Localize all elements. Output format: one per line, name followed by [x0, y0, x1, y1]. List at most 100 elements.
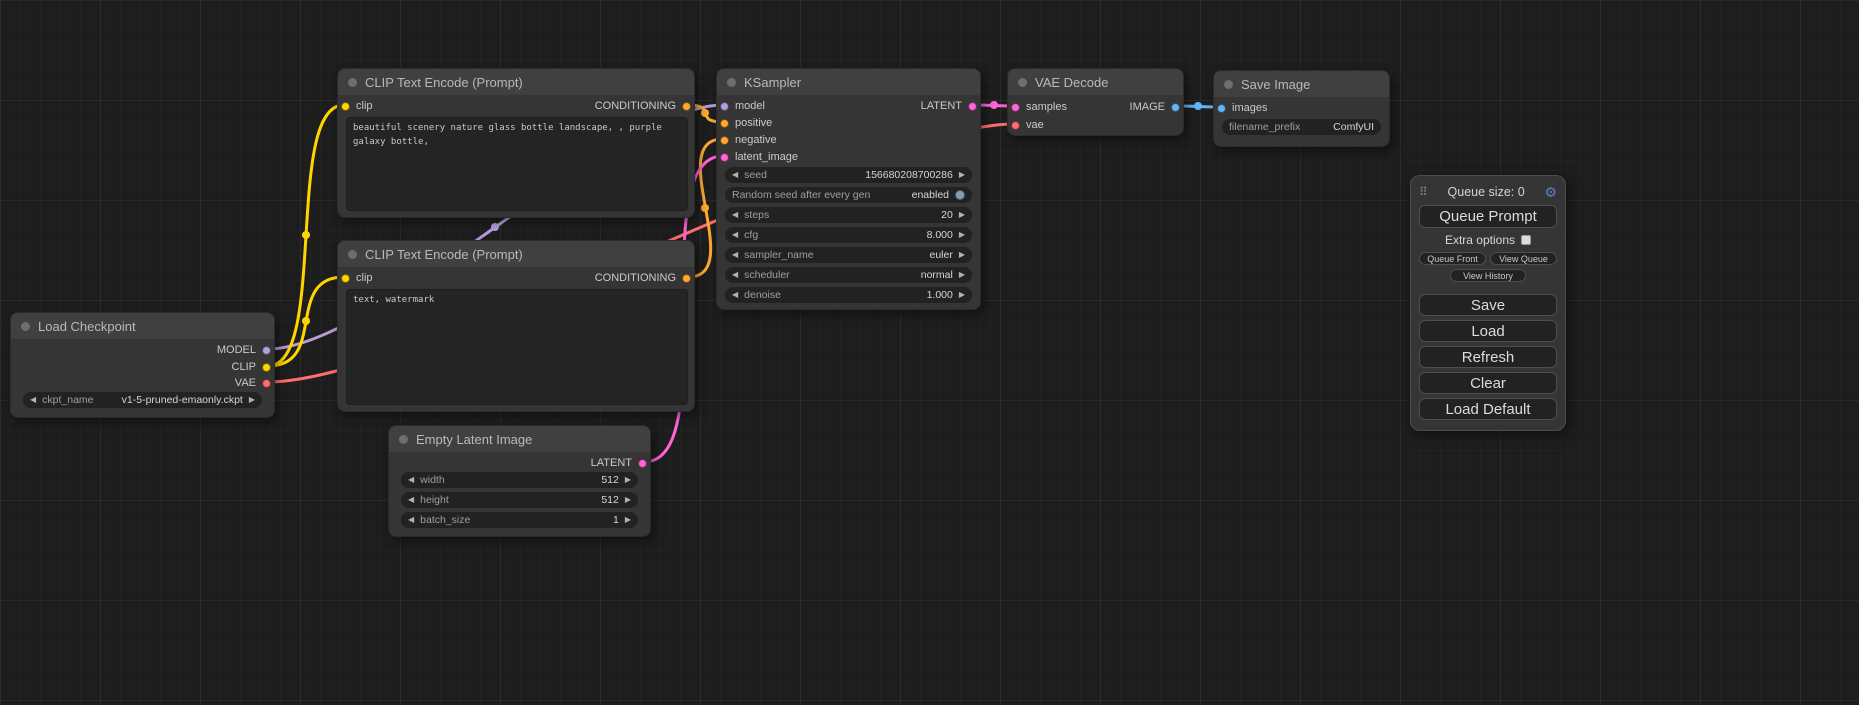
- output-slot-latent[interactable]: LATENT: [591, 456, 647, 470]
- decrement-arrow-icon[interactable]: ◀: [408, 496, 414, 504]
- decrement-arrow-icon[interactable]: ◀: [732, 211, 738, 219]
- widget-batch-size[interactable]: ◀ batch_size 1 ▶: [401, 512, 638, 528]
- queue-front-button[interactable]: Queue Front: [1419, 252, 1486, 265]
- increment-arrow-icon[interactable]: ▶: [625, 476, 631, 484]
- widget-cfg[interactable]: ◀ cfg 8.000 ▶: [725, 227, 972, 243]
- output-slot-clip[interactable]: CLIP: [232, 360, 271, 374]
- positive-prompt-textarea[interactable]: beautiful scenery nature glass bottle la…: [346, 117, 688, 211]
- increment-arrow-icon[interactable]: ▶: [625, 496, 631, 504]
- output-port-conditioning[interactable]: [682, 102, 691, 111]
- collapse-dot-icon[interactable]: [348, 78, 357, 87]
- decrement-arrow-icon[interactable]: ◀: [732, 271, 738, 279]
- output-slot-latent[interactable]: LATENT: [921, 99, 977, 113]
- widget-height[interactable]: ◀ height 512 ▶: [401, 492, 638, 508]
- input-slot-clip[interactable]: clip: [341, 271, 373, 285]
- input-port-model[interactable]: [720, 102, 729, 111]
- increment-arrow-icon[interactable]: ▶: [959, 211, 965, 219]
- node-title-bar[interactable]: CLIP Text Encode (Prompt): [338, 69, 694, 95]
- collapse-dot-icon[interactable]: [21, 322, 30, 331]
- output-slot-conditioning[interactable]: CONDITIONING: [595, 99, 691, 113]
- increment-arrow-icon[interactable]: ▶: [959, 171, 965, 179]
- increment-arrow-icon[interactable]: ▶: [959, 291, 965, 299]
- output-port-vae[interactable]: [262, 379, 271, 388]
- input-port-images[interactable]: [1217, 104, 1226, 113]
- output-port-clip[interactable]: [262, 363, 271, 372]
- decrement-arrow-icon[interactable]: ◀: [732, 231, 738, 239]
- negative-prompt-textarea[interactable]: text, watermark: [346, 289, 688, 405]
- output-slot-vae[interactable]: VAE: [235, 376, 271, 390]
- widget-ckpt-name[interactable]: ◀ ckpt_name v1-5-pruned-emaonly.ckpt ▶: [23, 392, 262, 408]
- view-history-button[interactable]: View History: [1450, 269, 1526, 282]
- input-slot-latent-image[interactable]: latent_image: [720, 150, 798, 164]
- widget-width[interactable]: ◀ width 512 ▶: [401, 472, 638, 488]
- input-slot-positive[interactable]: positive: [720, 116, 772, 130]
- input-port-positive[interactable]: [720, 119, 729, 128]
- decrement-arrow-icon[interactable]: ◀: [732, 291, 738, 299]
- clear-button[interactable]: Clear: [1419, 372, 1557, 394]
- drag-handle-icon[interactable]: ⠿: [1419, 185, 1428, 199]
- node-empty-latent-image[interactable]: Empty Latent Image LATENT ◀ width 512 ▶ …: [388, 425, 651, 537]
- collapse-dot-icon[interactable]: [399, 435, 408, 444]
- input-slot-samples[interactable]: samples: [1011, 100, 1067, 114]
- increment-arrow-icon[interactable]: ▶: [959, 271, 965, 279]
- widget-seed[interactable]: ◀ seed 156680208700286 ▶: [725, 167, 972, 183]
- input-port-samples[interactable]: [1011, 103, 1020, 112]
- output-port-latent[interactable]: [638, 459, 647, 468]
- decrement-arrow-icon[interactable]: ◀: [30, 396, 36, 404]
- decrement-arrow-icon[interactable]: ◀: [408, 516, 414, 524]
- node-title-bar[interactable]: Empty Latent Image: [389, 426, 650, 452]
- input-slot-vae[interactable]: vae: [1011, 118, 1044, 132]
- node-load-checkpoint[interactable]: Load Checkpoint MODEL CLIP VAE ◀ ckpt_na…: [10, 312, 275, 418]
- input-port-latent-image[interactable]: [720, 153, 729, 162]
- input-port-vae[interactable]: [1011, 121, 1020, 130]
- widget-filename-prefix[interactable]: filename_prefix ComfyUI: [1222, 119, 1381, 135]
- refresh-button[interactable]: Refresh: [1419, 346, 1557, 368]
- node-clip-text-encode-negative[interactable]: CLIP Text Encode (Prompt) clip CONDITION…: [337, 240, 695, 412]
- extra-options-checkbox[interactable]: [1521, 235, 1531, 245]
- load-default-button[interactable]: Load Default: [1419, 398, 1557, 420]
- decrement-arrow-icon[interactable]: ◀: [408, 476, 414, 484]
- increment-arrow-icon[interactable]: ▶: [625, 516, 631, 524]
- increment-arrow-icon[interactable]: ▶: [249, 396, 255, 404]
- settings-gear-icon[interactable]: ⚙: [1544, 184, 1557, 201]
- increment-arrow-icon[interactable]: ▶: [959, 251, 965, 259]
- input-port-negative[interactable]: [720, 136, 729, 145]
- input-port-clip[interactable]: [341, 102, 350, 111]
- toggle-dot[interactable]: [955, 190, 965, 200]
- widget-scheduler[interactable]: ◀ scheduler normal ▶: [725, 267, 972, 283]
- input-slot-model[interactable]: model: [720, 99, 765, 113]
- input-slot-clip[interactable]: clip: [341, 99, 373, 113]
- save-button[interactable]: Save: [1419, 294, 1557, 316]
- widget-sampler-name[interactable]: ◀ sampler_name euler ▶: [725, 247, 972, 263]
- output-port-image[interactable]: [1171, 103, 1180, 112]
- node-clip-text-encode-positive[interactable]: CLIP Text Encode (Prompt) clip CONDITION…: [337, 68, 695, 218]
- node-title-bar[interactable]: VAE Decode: [1008, 69, 1183, 95]
- collapse-dot-icon[interactable]: [727, 78, 736, 87]
- increment-arrow-icon[interactable]: ▶: [959, 231, 965, 239]
- output-port-conditioning[interactable]: [682, 274, 691, 283]
- output-slot-conditioning[interactable]: CONDITIONING: [595, 271, 691, 285]
- input-port-clip[interactable]: [341, 274, 350, 283]
- output-port-model[interactable]: [262, 346, 271, 355]
- collapse-dot-icon[interactable]: [348, 250, 357, 259]
- queue-prompt-button[interactable]: Queue Prompt: [1419, 205, 1557, 228]
- input-slot-images[interactable]: images: [1217, 101, 1267, 115]
- widget-denoise[interactable]: ◀ denoise 1.000 ▶: [725, 287, 972, 303]
- node-title-bar[interactable]: KSampler: [717, 69, 980, 95]
- node-title-bar[interactable]: Load Checkpoint: [11, 313, 274, 339]
- widget-steps[interactable]: ◀ steps 20 ▶: [725, 207, 972, 223]
- decrement-arrow-icon[interactable]: ◀: [732, 251, 738, 259]
- output-slot-model[interactable]: MODEL: [217, 343, 271, 357]
- load-button[interactable]: Load: [1419, 320, 1557, 342]
- output-port-latent[interactable]: [968, 102, 977, 111]
- view-queue-button[interactable]: View Queue: [1490, 252, 1557, 265]
- node-title-bar[interactable]: Save Image: [1214, 71, 1389, 97]
- collapse-dot-icon[interactable]: [1224, 80, 1233, 89]
- widget-random-seed-toggle[interactable]: Random seed after every gen enabled: [725, 187, 972, 203]
- decrement-arrow-icon[interactable]: ◀: [732, 171, 738, 179]
- collapse-dot-icon[interactable]: [1018, 78, 1027, 87]
- output-slot-image[interactable]: IMAGE: [1130, 100, 1180, 114]
- input-slot-negative[interactable]: negative: [720, 133, 777, 147]
- node-title-bar[interactable]: CLIP Text Encode (Prompt): [338, 241, 694, 267]
- node-ksampler[interactable]: KSampler model positive negative latent_…: [716, 68, 981, 310]
